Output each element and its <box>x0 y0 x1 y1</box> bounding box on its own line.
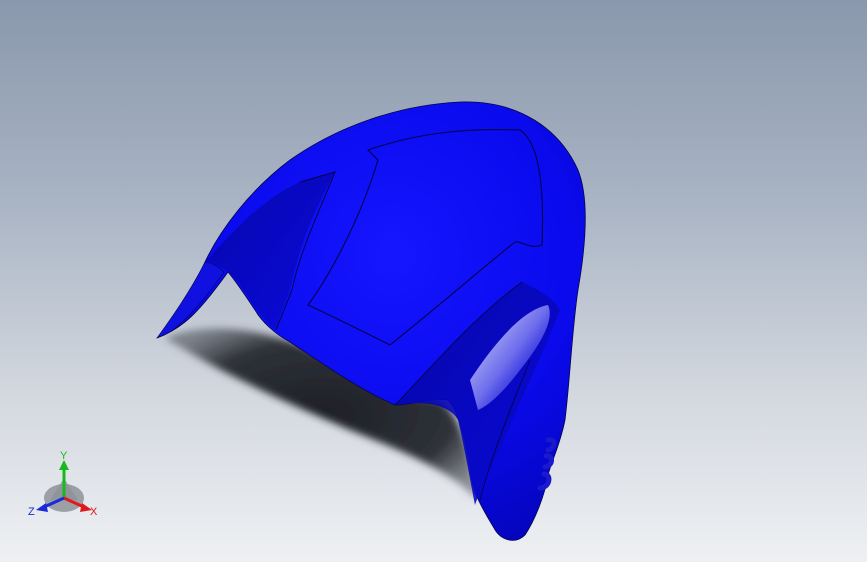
left-flange[interactable] <box>156 261 225 339</box>
graphics-viewport[interactable]: Y X Z <box>0 0 867 562</box>
z-axis-label: Z <box>28 506 35 518</box>
y-axis-label: Y <box>60 450 68 462</box>
orientation-triad[interactable]: Y X Z <box>24 448 108 524</box>
z-axis-arrow <box>36 503 48 512</box>
model-view[interactable] <box>0 0 867 562</box>
x-axis-label: X <box>90 506 98 518</box>
